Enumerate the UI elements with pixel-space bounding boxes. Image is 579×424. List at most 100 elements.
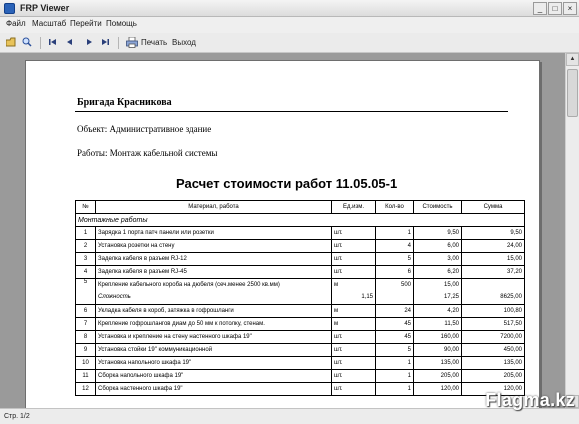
table-row: 12 Сборка настенного шкафа 19" шт. 1 120… (75, 382, 525, 396)
cell-quantity: 6 (375, 265, 414, 279)
cell-price: 120,00 (413, 382, 462, 396)
close-button[interactable]: × (563, 2, 577, 15)
cell-material: Сборка настенного шкафа 19" (95, 382, 332, 396)
cell-number: 8 (75, 330, 96, 344)
cell-price: 6,20 (413, 265, 462, 279)
cell-number: 12 (75, 382, 96, 396)
header-price: Стоимость (413, 200, 462, 214)
cell-price: 160,00 (413, 330, 462, 344)
toolbar-separator (40, 37, 41, 49)
unit-text: м (334, 282, 339, 288)
sum-text: 8625,00 (500, 294, 522, 300)
menu-file[interactable]: Файл (6, 19, 26, 28)
estimate-table: № Материал, работа Ед.изм. Кол-во Стоимо… (75, 200, 525, 396)
cell-material: Крепление гофрошлангов диам до 50 мм к п… (95, 317, 332, 331)
last-page-icon[interactable] (100, 37, 110, 47)
complexity-factor: 1,15 (361, 294, 373, 300)
sum-text-empty (464, 280, 522, 292)
cell-unit: шт. (331, 226, 376, 240)
cell-material: Зарядка 1 порта патч панели или розетки (95, 226, 332, 240)
previous-page-icon[interactable] (65, 37, 75, 47)
cell-quantity: 1 (375, 382, 414, 396)
cell-material: Укладка кабеля в короб, затяжка в гофрош… (95, 304, 332, 318)
table-row: 1 Зарядка 1 порта патч панели или розетк… (75, 226, 525, 240)
toolbar: Печать Выход (0, 33, 579, 53)
table-row: 11 Сборка напольного шкафа 19" шт. 1 205… (75, 369, 525, 383)
minimize-button[interactable]: _ (533, 2, 547, 15)
cell-quantity: 1 (375, 369, 414, 383)
cell-sum: 450,00 (461, 343, 525, 357)
title-bar: FRP Viewer _ □ × (0, 0, 579, 17)
scroll-up-arrow-icon[interactable]: ▲ (566, 53, 579, 66)
table-row: 3 Заделка кабеля в разъем RJ-12 шт. 5 3,… (75, 252, 525, 266)
first-page-icon[interactable] (48, 37, 58, 47)
menu-go[interactable]: Перейти (70, 19, 102, 28)
scroll-thumb[interactable] (567, 69, 578, 117)
cell-unit: шт. (331, 356, 376, 370)
cell-quantity: 45 (375, 330, 414, 344)
brigade-heading: Бригада Красникова (77, 97, 172, 108)
print-button[interactable]: Печать (141, 38, 167, 47)
table-row: 6 Укладка кабеля в короб, затяжка в гофр… (75, 304, 525, 318)
cell-material: Заделка кабеля в разъем RJ-45 (95, 265, 332, 279)
cell-price: 11,50 (413, 317, 462, 331)
cell-price: 6,00 (413, 239, 462, 253)
cell-sum: 7200,00 (461, 330, 525, 344)
cell-sum: 135,00 (461, 356, 525, 370)
cell-sum: 15,00 (461, 252, 525, 266)
page-indicator: Стр. 1/2 (4, 413, 30, 420)
header-material: Материал, работа (95, 200, 332, 214)
cell-number: 5 (75, 278, 96, 305)
cell-quantity: 1 (375, 356, 414, 370)
cell-number: 11 (75, 369, 96, 383)
open-icon[interactable] (6, 37, 16, 47)
cell-number: 4 (75, 265, 96, 279)
header-number: № (75, 200, 96, 214)
maximize-button[interactable]: □ (548, 2, 562, 15)
cell-quantity: 24 (375, 304, 414, 318)
price-text: 15,00 (443, 282, 459, 288)
material-text: Крепление кабельного короба на дюбеля (с… (98, 282, 280, 288)
table-row: 2 Установка розетки на стену шт. 4 6,00 … (75, 239, 525, 253)
header-quantity: Кол-во (375, 200, 414, 214)
menu-help[interactable]: Помощь (106, 19, 137, 28)
cell-material: Крепление кабельного короба на дюбеля (с… (95, 278, 332, 305)
cell-number: 1 (75, 226, 96, 240)
table-header-row: № Материал, работа Ед.изм. Кол-во Стоимо… (75, 200, 525, 214)
frp-viewer-window: FRP Viewer _ □ × Файл Масштаб Перейти По… (0, 0, 579, 424)
header-sum: Сумма (461, 200, 525, 214)
table-row: 9 Установка стойки 19" коммуникационной … (75, 343, 525, 357)
menu-zoom[interactable]: Масштаб (32, 19, 66, 28)
cell-quantity: 5 (375, 343, 414, 357)
print-icon[interactable] (126, 37, 138, 48)
cell-number: 10 (75, 356, 96, 370)
cell-quantity: 5 (375, 252, 414, 266)
cell-unit: м (331, 304, 376, 318)
next-page-icon[interactable] (84, 37, 94, 47)
cell-price: 4,20 (413, 304, 462, 318)
cell-sum: 24,00 (461, 239, 525, 253)
cell-price: 15,00 17,25 (413, 278, 462, 305)
adjusted-price: 17,25 (443, 294, 459, 300)
cell-quantity: 4 (375, 239, 414, 253)
cell-material: Заделка кабеля в разъем RJ-12 (95, 252, 332, 266)
cell-unit: шт. (331, 239, 376, 253)
cell-unit: шт. (331, 369, 376, 383)
cell-number: 7 (75, 317, 96, 331)
vertical-scrollbar[interactable]: ▲ ▼ (565, 53, 579, 408)
section-row: Монтажные работы (75, 213, 525, 227)
exit-button[interactable]: Выход (172, 38, 196, 47)
cell-price: 90,00 (413, 343, 462, 357)
menu-bar: Файл Масштаб Перейти Помощь (0, 17, 579, 33)
heading-divider (75, 111, 508, 112)
cell-number: 9 (75, 343, 96, 357)
table-row: 10 Установка напольного шкафа 19" шт. 1 … (75, 356, 525, 370)
toolbar-separator (118, 37, 119, 49)
cell-material: Сборка напольного шкафа 19" (95, 369, 332, 383)
find-icon[interactable] (22, 37, 32, 47)
cell-number: 3 (75, 252, 96, 266)
cell-sum: 205,00 (461, 369, 525, 383)
cell-sum: 9,50 (461, 226, 525, 240)
object-line: Объект: Административное здание (77, 124, 212, 134)
cell-material: Установка напольного шкафа 19" (95, 356, 332, 370)
